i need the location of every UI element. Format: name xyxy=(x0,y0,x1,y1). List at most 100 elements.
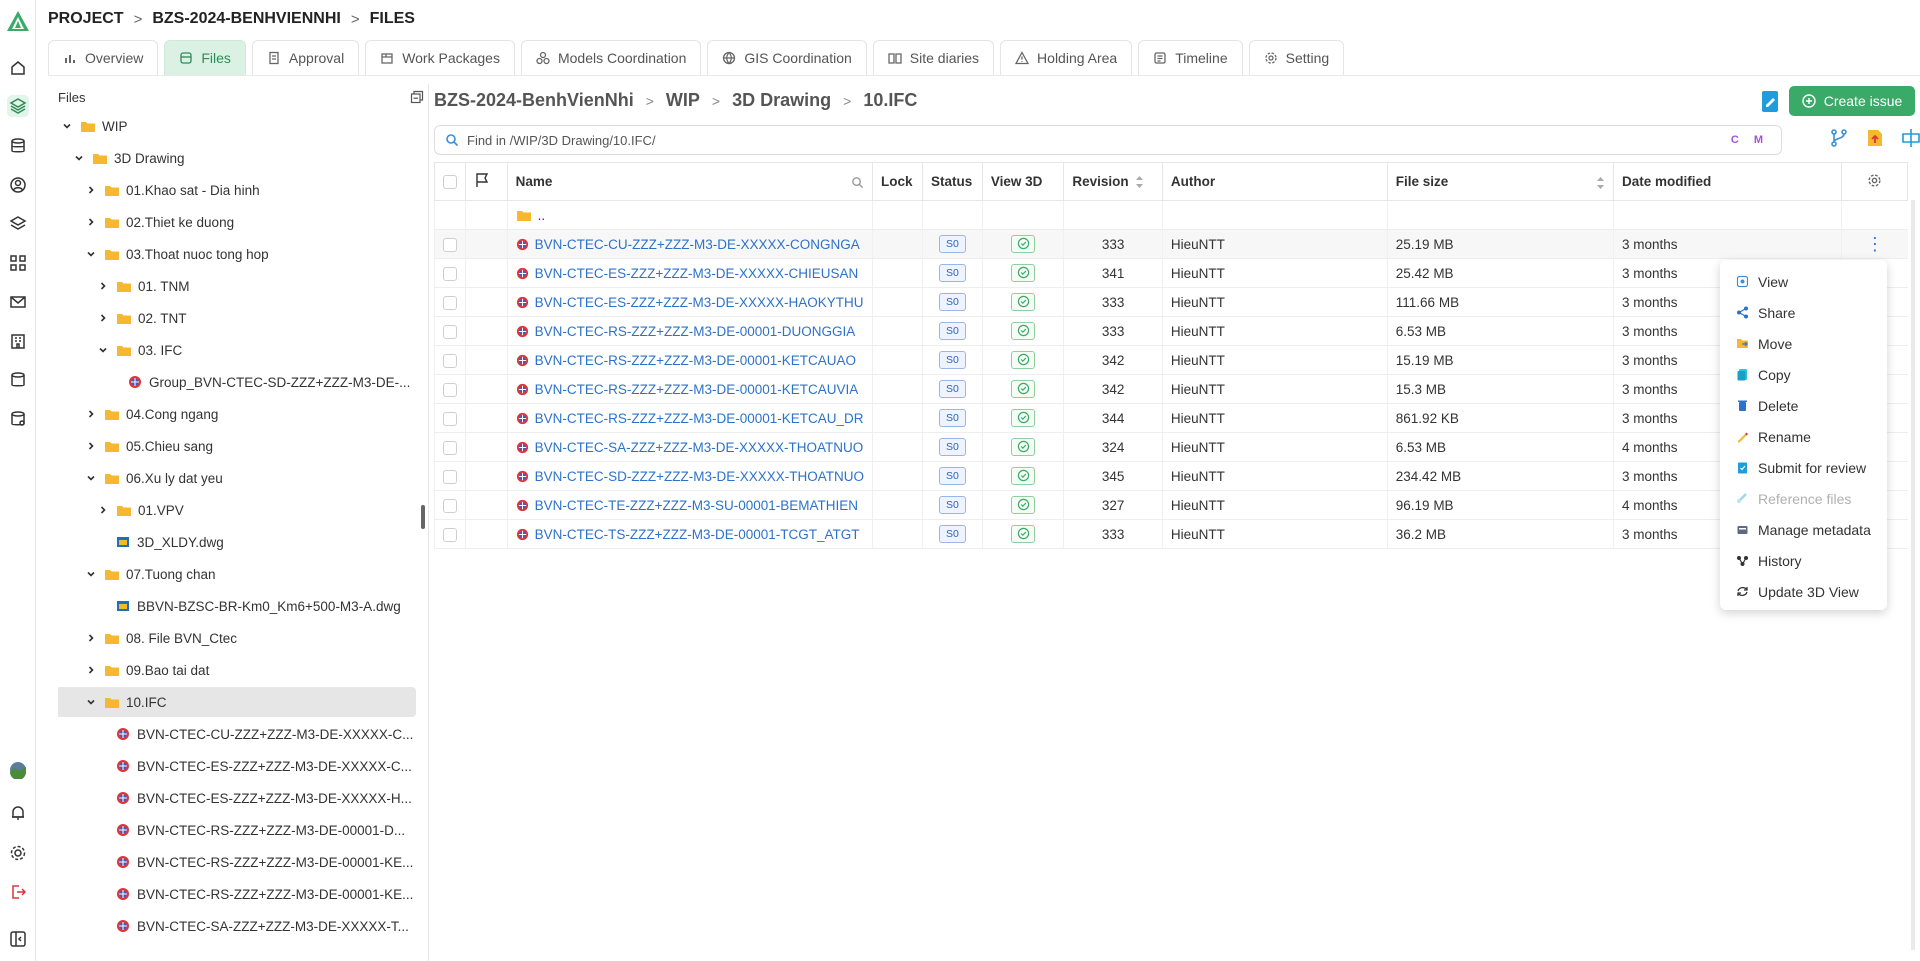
bell-icon[interactable] xyxy=(7,802,29,824)
tree-item[interactable]: 3D Drawing xyxy=(58,143,416,173)
table-row[interactable]: BVN-CTEC-RS-ZZZ+ZZZ-M3-DE-00001-KETCAUVI… xyxy=(434,374,1908,404)
column-revision[interactable]: Revision xyxy=(1063,162,1163,201)
tab-files[interactable]: Files xyxy=(164,40,246,75)
tab-setting[interactable]: Setting xyxy=(1248,40,1345,75)
file-link[interactable]: BVN-CTEC-ES-ZZZ+ZZZ-M3-DE-XXXXX-HAOKYTHU xyxy=(516,295,864,310)
settings-icon[interactable] xyxy=(7,842,29,864)
view-3d-button[interactable] xyxy=(1011,466,1036,485)
tree-item[interactable]: BVN-CTEC-ES-ZZZ+ZZZ-M3-DE-XXXXX-C... xyxy=(58,751,416,781)
tree-item[interactable]: Group_BVN-CTEC-SD-ZZZ+ZZZ-M3-DE-... xyxy=(58,367,416,397)
edit-document-icon[interactable] xyxy=(1756,88,1784,116)
chevron-right-icon[interactable] xyxy=(86,409,96,419)
column-date-modified[interactable]: Date modified xyxy=(1613,162,1843,201)
tree-item[interactable]: 01.VPV xyxy=(58,495,416,525)
branch-icon[interactable] xyxy=(1828,127,1850,149)
tree-item[interactable]: 10.IFC xyxy=(58,687,416,717)
apps-icon[interactable] xyxy=(7,252,29,274)
split-view-icon[interactable] xyxy=(1900,127,1920,149)
upload-file-icon[interactable] xyxy=(1864,127,1886,149)
row-checkbox[interactable] xyxy=(443,498,457,513)
chevron-down-icon[interactable] xyxy=(62,121,72,131)
path-3d-drawing[interactable]: 3D Drawing xyxy=(732,90,831,111)
stack-icon[interactable] xyxy=(7,213,29,235)
view-3d-button[interactable] xyxy=(1011,350,1036,369)
table-row[interactable]: BVN-CTEC-RS-ZZZ+ZZZ-M3-DE-00001-KETCAU_D… xyxy=(434,403,1908,433)
column-view-3d[interactable]: View 3D xyxy=(981,162,1065,201)
column-settings[interactable] xyxy=(1841,162,1908,201)
app-logo-icon[interactable] xyxy=(5,8,31,34)
more-options-icon[interactable]: ⋮ xyxy=(1866,234,1884,254)
server-icon[interactable] xyxy=(7,369,29,391)
tree-item[interactable]: 02.Thiet ke duong xyxy=(58,207,416,237)
select-all-header[interactable] xyxy=(434,162,466,201)
mail-icon[interactable] xyxy=(7,291,29,313)
table-row[interactable]: BVN-CTEC-TE-ZZZ+ZZZ-M3-SU-00001-BEMATHIE… xyxy=(434,490,1908,520)
row-checkbox[interactable] xyxy=(443,237,457,252)
view-3d-button[interactable] xyxy=(1011,292,1036,311)
database-icon[interactable] xyxy=(7,135,29,157)
tab-gis-coordination[interactable]: GIS Coordination xyxy=(707,40,867,75)
menu-item-move[interactable]: Move xyxy=(1720,328,1887,359)
tree-item[interactable]: 05.Chieu sang xyxy=(58,431,416,461)
tree-item[interactable]: 08. File BVN_Ctec xyxy=(58,623,416,653)
table-row[interactable]: BVN-CTEC-RS-ZZZ+ZZZ-M3-DE-00001-DUONGGIA… xyxy=(434,316,1908,346)
tree-item[interactable]: 03. IFC xyxy=(58,335,416,365)
menu-item-manage-metadata[interactable]: Manage metadata xyxy=(1720,514,1887,545)
menu-item-delete[interactable]: Delete xyxy=(1720,390,1887,421)
tree-item[interactable]: 04.Cong ngang xyxy=(58,399,416,429)
collapse-all-icon[interactable] xyxy=(410,90,424,104)
chevron-down-icon[interactable] xyxy=(86,249,96,259)
tree-item[interactable]: 01. TNM xyxy=(58,271,416,301)
column-status[interactable]: Status xyxy=(921,162,983,201)
select-all-checkbox[interactable] xyxy=(443,175,457,190)
tree-item[interactable]: BVN-CTEC-RS-ZZZ+ZZZ-M3-DE-00001-KE... xyxy=(58,879,416,909)
table-row[interactable]: BVN-CTEC-RS-ZZZ+ZZZ-M3-DE-00001-KETCAUAO… xyxy=(434,345,1908,375)
row-checkbox[interactable] xyxy=(443,295,457,310)
view-3d-button[interactable] xyxy=(1011,321,1036,340)
table-row[interactable]: BVN-CTEC-ES-ZZZ+ZZZ-M3-DE-XXXXX-HAOKYTHU… xyxy=(434,287,1908,317)
tree-item[interactable]: WIP xyxy=(58,111,416,141)
menu-item-history[interactable]: History xyxy=(1720,545,1887,576)
chevron-right-icon[interactable] xyxy=(86,185,96,195)
flag-header[interactable] xyxy=(465,162,508,201)
sort-icon[interactable] xyxy=(1135,175,1144,189)
column-lock[interactable]: Lock xyxy=(872,162,923,201)
avatar[interactable] xyxy=(7,759,29,781)
file-link[interactable]: BVN-CTEC-RS-ZZZ+ZZZ-M3-DE-00001-KETCAUVI… xyxy=(516,382,864,397)
view-3d-button[interactable] xyxy=(1011,524,1036,543)
chevron-down-icon[interactable] xyxy=(86,569,96,579)
tab-work-packages[interactable]: Work Packages xyxy=(365,40,515,75)
file-link[interactable]: BVN-CTEC-RS-ZZZ+ZZZ-M3-DE-00001-KETCAUAO xyxy=(516,353,864,368)
tree-item[interactable]: 07.Tuong chan xyxy=(58,559,416,589)
file-link[interactable]: BVN-CTEC-RS-ZZZ+ZZZ-M3-DE-00001-KETCAU_D… xyxy=(516,411,864,426)
tab-overview[interactable]: Overview xyxy=(48,40,159,75)
menu-item-share[interactable]: Share xyxy=(1720,297,1887,328)
file-link[interactable]: BVN-CTEC-ES-ZZZ+ZZZ-M3-DE-XXXXX-CHIEUSAN xyxy=(516,266,864,281)
file-link[interactable]: BVN-CTEC-CU-ZZZ+ZZZ-M3-DE-XXXXX-CONGNGA xyxy=(516,237,864,252)
chevron-right-icon[interactable] xyxy=(86,217,96,227)
view-3d-button[interactable] xyxy=(1011,437,1036,456)
logout-icon[interactable] xyxy=(7,881,29,903)
column-author[interactable]: Author xyxy=(1161,162,1388,201)
tree-item[interactable]: 03.Thoat nuoc tong hop xyxy=(58,239,416,269)
tree-item[interactable]: BVN-CTEC-SA-ZZZ+ZZZ-M3-DE-XXXXX-T... xyxy=(58,911,416,941)
search-tags[interactable]: C M xyxy=(1731,134,1769,146)
column-name[interactable]: Name xyxy=(506,162,874,201)
tab-models-coordination[interactable]: Models Coordination xyxy=(520,40,702,75)
tree-item[interactable]: BVN-CTEC-ES-ZZZ+ZZZ-M3-DE-XXXXX-H... xyxy=(58,783,416,813)
chevron-right-icon[interactable] xyxy=(98,313,108,323)
table-row[interactable]: BVN-CTEC-ES-ZZZ+ZZZ-M3-DE-XXXXX-CHIEUSAN… xyxy=(434,258,1908,288)
search-icon[interactable] xyxy=(851,176,864,189)
row-checkbox[interactable] xyxy=(443,324,457,339)
path-project[interactable]: BZS-2024-BenhVienNhi xyxy=(434,90,634,111)
chevron-down-icon[interactable] xyxy=(98,345,108,355)
parent-folder-row[interactable]: .. xyxy=(434,200,1908,230)
chevron-right-icon[interactable] xyxy=(86,633,96,643)
tree-item[interactable]: BVN-CTEC-RS-ZZZ+ZZZ-M3-DE-00001-D... xyxy=(58,815,416,845)
tree-item[interactable]: BVN-CTEC-CU-ZZZ+ZZZ-M3-DE-XXXXX-C... xyxy=(58,719,416,749)
search-input[interactable]: Find in /WIP/3D Drawing/10.IFC/ C M xyxy=(434,125,1782,155)
home-icon[interactable] xyxy=(7,57,29,79)
building-icon[interactable] xyxy=(7,330,29,352)
view-3d-button[interactable] xyxy=(1011,263,1036,282)
breadcrumb-project-name[interactable]: BZS-2024-BENHVIENNHI xyxy=(152,10,340,28)
